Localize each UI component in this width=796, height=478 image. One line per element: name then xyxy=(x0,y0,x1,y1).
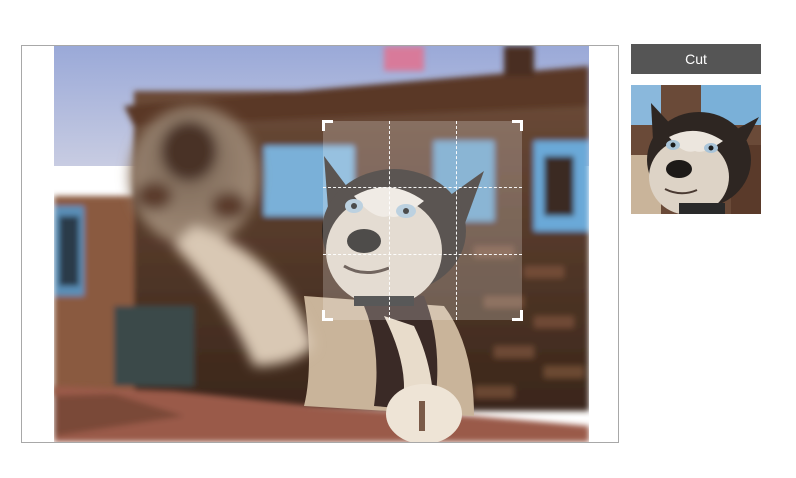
crop-handle-top-right[interactable] xyxy=(512,120,523,131)
crop-selection-box[interactable] xyxy=(322,120,523,321)
cut-button[interactable]: Cut xyxy=(631,44,761,74)
crop-handle-bottom-left[interactable] xyxy=(322,310,333,321)
crop-handle-bottom-right[interactable] xyxy=(512,310,523,321)
crop-handle-top-left[interactable] xyxy=(322,120,333,131)
crop-preview xyxy=(631,85,761,214)
source-image[interactable] xyxy=(54,46,589,442)
crop-grid-line xyxy=(455,121,457,320)
crop-grid-line xyxy=(323,253,522,255)
crop-grid-line xyxy=(389,121,391,320)
crop-grid-line xyxy=(323,187,522,189)
image-editor-frame xyxy=(21,45,619,443)
husky-preview-icon xyxy=(631,85,761,214)
